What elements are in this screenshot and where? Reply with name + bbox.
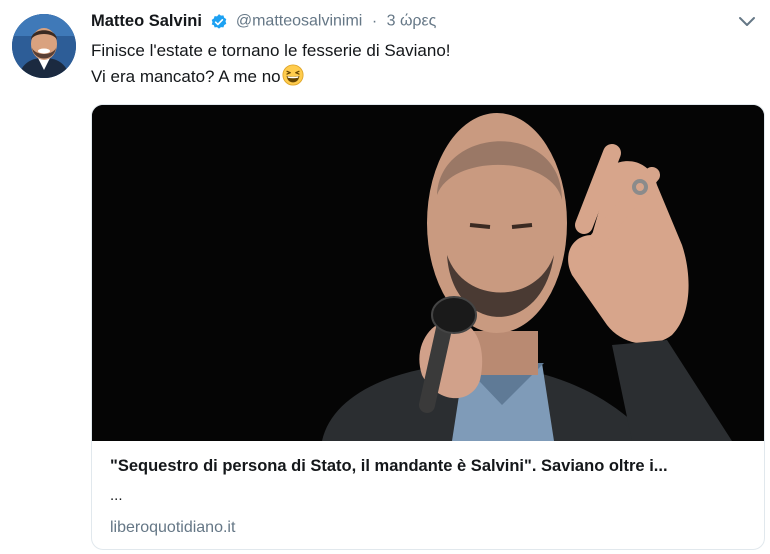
separator-dot: ·: [371, 12, 378, 30]
author-handle[interactable]: @matteosalvinimi: [236, 13, 363, 30]
grinning-squinting-face-icon: [282, 64, 304, 86]
link-card[interactable]: "Sequestro di persona di Stato, il manda…: [91, 104, 765, 550]
timestamp[interactable]: 3 ώρες: [387, 13, 437, 30]
tweet-text: Finisce l'estate e tornano le fesserie d…: [91, 38, 451, 90]
card-domain[interactable]: liberoquotidiano.it: [110, 519, 235, 537]
tweet-text-line-2: Vi era mancato? A me no: [91, 67, 281, 86]
verified-badge-icon: [212, 13, 227, 29]
card-photo: [92, 105, 764, 441]
avatar[interactable]: [12, 14, 76, 78]
avatar-image: [12, 14, 76, 78]
tweet-text-line: Finisce l'estate e tornano le fesserie d…: [91, 41, 451, 60]
author-name[interactable]: Matteo Salvini: [91, 12, 202, 30]
chevron-down-icon[interactable]: [738, 16, 756, 28]
tweet-header: Matteo Salvini @matteosalvinimi · 3 ώρες: [91, 12, 770, 34]
card-title[interactable]: "Sequestro di persona di Stato, il manda…: [110, 457, 750, 476]
card-image[interactable]: [92, 105, 764, 441]
tweet-text-line: Vi era mancato? A me no: [91, 64, 451, 90]
card-description: ...: [110, 487, 123, 504]
